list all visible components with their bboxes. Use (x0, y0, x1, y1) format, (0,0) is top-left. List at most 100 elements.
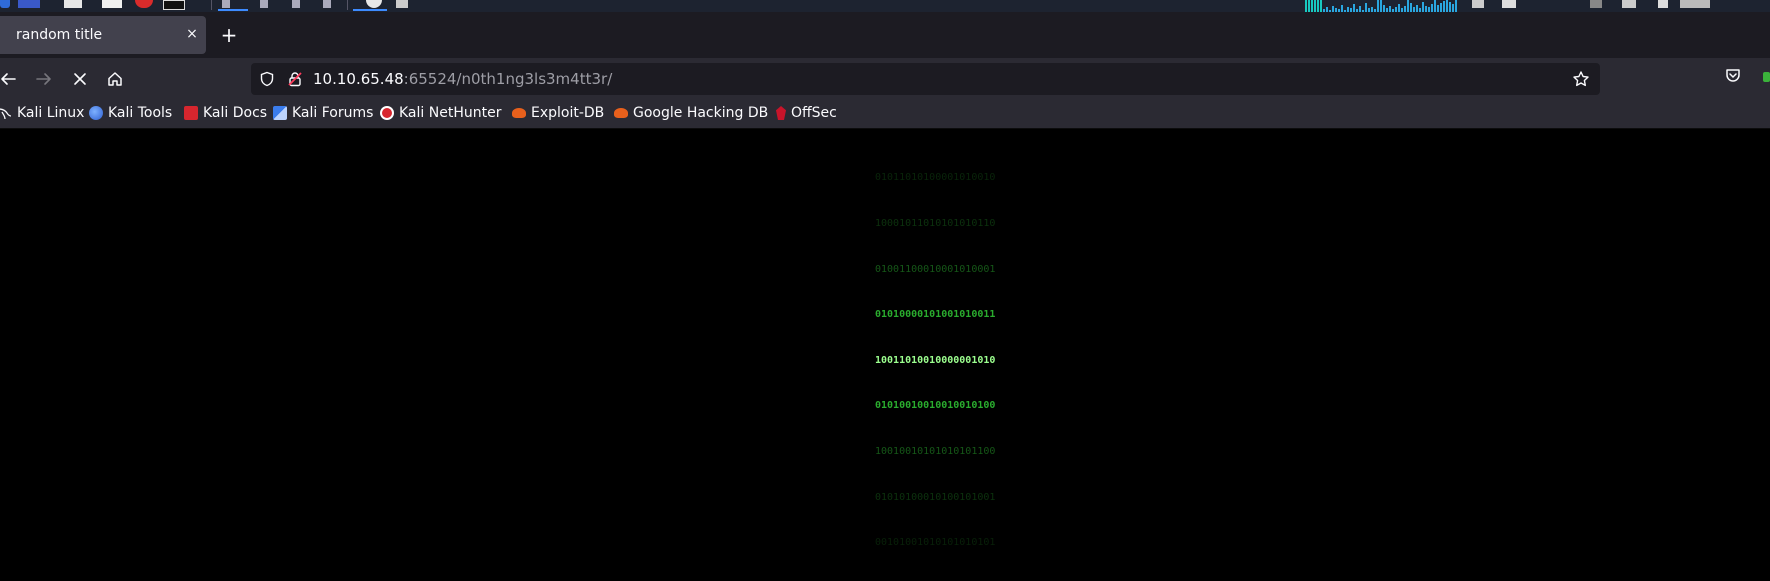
url-host: 10.10.65.48 (313, 70, 404, 88)
bookmark-kali-tools[interactable]: Kali Tools (89, 104, 172, 122)
bookmarks-toolbar: Kali Linux Kali Tools Kali Docs Kali For… (0, 99, 1770, 129)
cpu-graph-bar (1431, 4, 1433, 12)
url-text[interactable]: 10.10.65.48:65524/n0th1ng3ls3m4tt3r/ (313, 70, 612, 88)
terminal-task-icon[interactable] (396, 0, 408, 8)
tab-close-button[interactable]: × (183, 25, 201, 43)
kali-menu-icon[interactable] (0, 0, 10, 8)
cpu-graph-bar (1440, 3, 1442, 12)
workspace-2-icon[interactable] (260, 0, 268, 8)
cpu-graph-bar (1341, 5, 1343, 12)
cpu-graph-bar (1443, 1, 1445, 12)
files-icon[interactable] (64, 0, 82, 8)
tab-strip: random title × + (0, 12, 1770, 58)
cpu-graph-bar (1311, 0, 1313, 12)
browser-launcher-icon[interactable] (135, 0, 153, 8)
home-button[interactable] (103, 67, 127, 91)
bookmark-label: OffSec (791, 105, 837, 121)
cpu-graph-bar (1383, 5, 1385, 12)
cpu-graph-bar (1305, 0, 1307, 12)
taskbar-separator (211, 0, 212, 10)
exploit-db-icon (512, 108, 526, 118)
bookmark-kali-nethunter[interactable]: Kali NetHunter (380, 104, 501, 122)
extension-icon[interactable] (1763, 72, 1770, 82)
matrix-line: 00101001010101010101 (875, 537, 996, 549)
cpu-graph-bar (1353, 4, 1355, 12)
matrix-line: 01001100010001010001 (875, 263, 996, 275)
terminal-icon[interactable] (102, 0, 122, 8)
firefox-task-icon[interactable] (366, 0, 382, 8)
matrix-line: 01010000101001010011 (875, 309, 996, 321)
bookmark-kali-docs[interactable]: Kali Docs (184, 104, 267, 122)
browser-tab[interactable]: random title × (0, 16, 206, 54)
kali-tools-icon (89, 106, 103, 120)
url-bar[interactable]: 10.10.65.48:65524/n0th1ng3ls3m4tt3r/ (251, 63, 1600, 95)
forward-arrow-icon (36, 73, 51, 85)
pocket-icon[interactable] (1724, 67, 1742, 89)
stop-loading-button[interactable] (68, 67, 92, 91)
bookmark-star-icon[interactable] (1572, 70, 1590, 92)
tab-title: random title (16, 27, 103, 43)
matrix-line: 10001011010101010110 (875, 218, 996, 230)
clock-icon[interactable] (1680, 0, 1710, 8)
cpu-graph-bar (1422, 2, 1424, 12)
bookmark-kali-linux[interactable]: Kali Linux (0, 104, 84, 122)
cpu-graph-bar (1308, 0, 1310, 12)
tracking-protection-shield-icon[interactable] (259, 71, 275, 91)
matrix-line: 10010010101010101100 (875, 446, 996, 458)
bookmark-google-hacking-db[interactable]: Google Hacking DB (614, 104, 768, 122)
bookmark-kali-forums[interactable]: Kali Forums (273, 104, 373, 122)
forward-button[interactable] (32, 67, 56, 91)
bookmark-exploit-db[interactable]: Exploit-DB (512, 104, 604, 122)
cpu-graph-bar (1452, 4, 1454, 12)
taskbar-separator (347, 0, 348, 10)
ghdb-icon (614, 108, 628, 118)
cpu-graph-bar (1434, 0, 1436, 12)
bookmark-label: Kali Forums (292, 105, 374, 121)
cpu-graph-bar (1410, 3, 1412, 12)
cpu-graph-bar (1320, 0, 1322, 12)
cpu-graph-bar (1449, 2, 1451, 12)
terminal-launcher-icon[interactable] (163, 0, 185, 10)
notifications-icon[interactable] (1622, 0, 1636, 8)
bookmark-label: Google Hacking DB (633, 105, 769, 121)
kali-forums-icon (273, 106, 287, 120)
workspace-1-icon[interactable] (222, 0, 230, 8)
matrix-line: 01010010010010010100 (875, 400, 996, 412)
bookmark-offsec[interactable]: OffSec (776, 104, 837, 122)
new-tab-button[interactable]: + (218, 25, 240, 47)
kali-nethunter-icon (380, 106, 394, 120)
insecure-lock-icon[interactable] (287, 71, 303, 91)
battery-icon[interactable] (1658, 0, 1668, 8)
matrix-binary-animation: 01011010100001010010 1000101101010101011… (875, 140, 1011, 548)
cpu-usage-graph (1305, 0, 1457, 12)
home-icon (108, 72, 122, 86)
workspace-3-icon[interactable] (292, 0, 300, 8)
matrix-line: 01010100010100101001 (875, 491, 996, 503)
cpu-graph-bar (1437, 5, 1439, 12)
matrix-line: 10011010010000001010 (875, 354, 996, 366)
cpu-graph-bar (1377, 0, 1379, 12)
active-window-indicator (353, 9, 387, 11)
cpu-graph-bar (1455, 0, 1457, 12)
cpu-graph-bar (1317, 0, 1319, 12)
active-workspace-indicator (218, 9, 248, 11)
cpu-graph-bar (1314, 0, 1316, 12)
bookmark-label: Exploit-DB (531, 105, 605, 121)
back-arrow-icon (1, 73, 16, 85)
cpu-graph-bar (1416, 5, 1418, 12)
volume-icon[interactable] (1590, 0, 1602, 8)
network-icon[interactable] (1472, 0, 1484, 8)
cpu-graph-bar (1446, 0, 1448, 12)
page-content: 01011010100001010010 1000101101010101011… (0, 129, 1770, 548)
offsec-icon (776, 106, 786, 120)
stop-x-icon (74, 73, 86, 85)
bookmark-label: Kali NetHunter (399, 105, 502, 121)
workspace-4-icon[interactable] (323, 0, 331, 8)
bookmark-label: Kali Linux (17, 105, 85, 121)
back-button[interactable] (0, 67, 20, 91)
kali-docs-icon (184, 106, 198, 120)
kali-dragon-icon (0, 108, 12, 120)
network-status-icon[interactable] (1502, 0, 1516, 8)
cpu-graph-bar (1365, 3, 1367, 12)
workspace-icon[interactable] (18, 0, 40, 8)
